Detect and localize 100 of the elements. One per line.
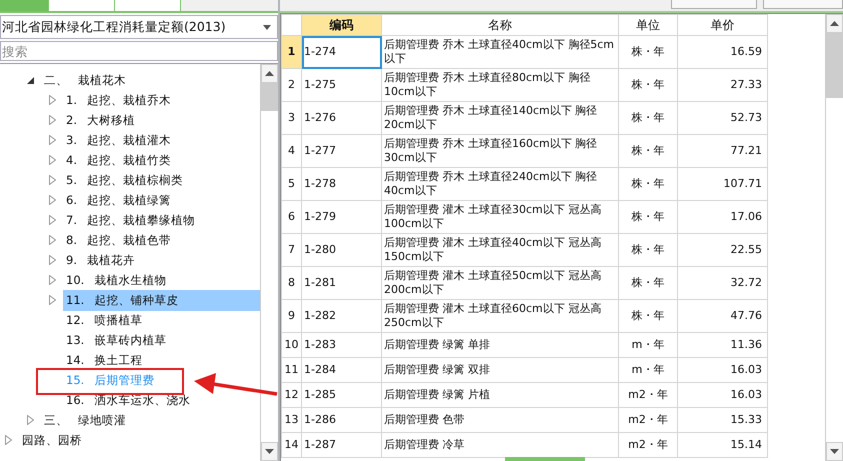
name-cell: 后期管理费 灌木 土球直径30cm以下 冠丛高100cm以下 <box>382 200 618 234</box>
name-cell: 后期管理费 乔木 土球直径140cm以下 胸径20cm以下 <box>382 102 618 134</box>
name-cell: 后期管理费 绿篱 单排 <box>382 332 618 358</box>
tree-item[interactable]: 8. 起挖、栽植色带 <box>63 230 175 250</box>
code-cell: 1-277 <box>302 134 382 168</box>
row-number[interactable]: 7 <box>282 234 302 266</box>
row-number[interactable]: 6 <box>282 200 302 234</box>
row-number[interactable]: 1 <box>282 36 302 68</box>
scroll-down-icon[interactable] <box>830 449 839 454</box>
name-cell: 后期管理费 乔木 土球直径40cm以下 胸径5cm以下 <box>382 36 618 68</box>
column-header[interactable]: 名称 <box>382 14 618 36</box>
splitter-handle[interactable] <box>505 457 585 461</box>
collapsed-triangle-icon[interactable] <box>49 95 56 105</box>
search-field[interactable]: 搜索 <box>0 41 278 61</box>
collapsed-triangle-icon[interactable] <box>49 135 56 145</box>
tree-item[interactable]: 16. 洒水车运水、浇水 <box>63 390 194 410</box>
toolbar-button[interactable] <box>671 0 757 9</box>
tree-item[interactable]: 7. 起挖、栽植攀缘植物 <box>63 210 199 230</box>
scrollbar[interactable] <box>825 14 843 461</box>
code-cell: 1-274 <box>302 36 382 68</box>
collapsed-triangle-icon[interactable] <box>49 115 56 125</box>
scrollbar[interactable] <box>260 64 278 461</box>
tree-item[interactable]: 6. 起挖、栽植绿篱 <box>63 190 175 210</box>
quota-dropdown[interactable]: 河北省园林绿化工程消耗量定额(2013) <box>0 15 278 39</box>
code-cell: 1-282 <box>302 300 382 332</box>
collapsed-triangle-icon[interactable] <box>49 255 56 265</box>
tree-item[interactable]: 2. 大树移植 <box>63 110 139 130</box>
unit-cell: m・年 <box>618 332 678 358</box>
name-cell: 后期管理费 绿篱 双排 <box>382 358 618 382</box>
row-number[interactable]: 2 <box>282 68 302 102</box>
tree-item[interactable]: 11. 起挖、铺种草皮 <box>63 290 260 310</box>
collapsed-triangle-icon[interactable] <box>49 175 56 185</box>
collapsed-triangle-icon[interactable] <box>49 295 56 305</box>
collapsed-triangle-icon[interactable] <box>5 435 12 445</box>
collapsed-triangle-icon[interactable] <box>49 155 56 165</box>
tree-item[interactable]: 1. 起挖、栽植乔木 <box>63 90 175 110</box>
tree-item[interactable]: 二、 栽植花木 <box>41 70 130 90</box>
tree-item[interactable]: 14. 换土工程 <box>63 350 146 370</box>
row-number[interactable]: 5 <box>282 168 302 200</box>
code-cell: 1-285 <box>302 382 382 408</box>
toolbar-button[interactable] <box>763 0 843 9</box>
price-cell: 17.06 <box>678 200 768 234</box>
tree-item[interactable]: 9. 栽植花卉 <box>63 250 139 270</box>
price-cell: 15.14 <box>678 432 768 458</box>
scroll-down-icon[interactable] <box>265 449 274 454</box>
row-number[interactable]: 12 <box>282 382 302 408</box>
collapsed-triangle-icon[interactable] <box>49 215 56 225</box>
tree-item[interactable]: 4. 起挖、栽植竹类 <box>63 150 175 170</box>
name-cell: 后期管理费 绿篱 片植 <box>382 382 618 408</box>
row-number[interactable]: 3 <box>282 102 302 134</box>
code-cell: 1-275 <box>302 68 382 102</box>
code-cell: 1-281 <box>302 266 382 300</box>
scroll-thumb[interactable] <box>261 83 278 111</box>
unit-cell: 株・年 <box>618 102 678 134</box>
code-cell: 1-286 <box>302 408 382 432</box>
code-cell: 1-278 <box>302 168 382 200</box>
row-number[interactable]: 10 <box>282 332 302 358</box>
tree-item[interactable]: 13. 嵌草砖内植草 <box>63 330 170 350</box>
row-number[interactable]: 9 <box>282 300 302 332</box>
row-number[interactable]: 8 <box>282 266 302 300</box>
collapsed-triangle-icon[interactable] <box>27 415 34 425</box>
row-number[interactable]: 11 <box>282 358 302 382</box>
unit-cell: m2・年 <box>618 408 678 432</box>
row-number[interactable]: 13 <box>282 408 302 432</box>
scroll-thumb[interactable] <box>826 33 843 98</box>
price-cell: 16.03 <box>678 358 768 382</box>
column-header[interactable]: 单价 <box>678 14 768 36</box>
collapsed-triangle-icon[interactable] <box>49 235 56 245</box>
collapsed-triangle-icon[interactable] <box>49 195 56 205</box>
unit-cell: m2・年 <box>618 432 678 458</box>
unit-cell: 株・年 <box>618 168 678 200</box>
column-header[interactable]: 单位 <box>618 14 678 36</box>
expanded-triangle-icon[interactable] <box>27 76 34 84</box>
collapsed-triangle-icon[interactable] <box>49 275 56 285</box>
tree-item[interactable]: 3. 起挖、栽植灌木 <box>63 130 175 150</box>
price-cell: 32.72 <box>678 266 768 300</box>
tree-item[interactable]: 园路、园桥 <box>19 430 86 450</box>
row-number[interactable]: 14 <box>282 432 302 458</box>
price-cell: 15.33 <box>678 408 768 432</box>
price-cell: 16.59 <box>678 36 768 68</box>
code-cell: 1-280 <box>302 234 382 266</box>
tree-item[interactable]: 三、 绿地喷灌 <box>41 410 130 430</box>
name-cell: 后期管理费 乔木 土球直径240cm以下 胸径40cm以下 <box>382 168 618 200</box>
price-cell: 77.21 <box>678 134 768 168</box>
name-cell: 后期管理费 灌木 土球直径50cm以下 冠丛高200cm以下 <box>382 266 618 300</box>
caret-icon <box>263 24 271 30</box>
tree-item[interactable]: 12. 喷播植草 <box>63 310 146 330</box>
column-header[interactable]: 编码 <box>302 14 382 36</box>
tree-item[interactable]: 10. 栽植水生植物 <box>63 270 170 290</box>
row-number[interactable]: 4 <box>282 134 302 168</box>
code-cell: 1-284 <box>302 358 382 382</box>
code-cell: 1-279 <box>302 200 382 234</box>
code-cell: 1-276 <box>302 102 382 134</box>
scroll-up-icon[interactable] <box>265 71 274 76</box>
unit-cell: m2・年 <box>618 382 678 408</box>
scroll-up-icon[interactable] <box>830 21 839 26</box>
name-cell: 后期管理费 灌木 土球直径60cm以下 冠丛高250cm以下 <box>382 300 618 332</box>
code-cell: 1-283 <box>302 332 382 358</box>
tree-item[interactable]: 5. 起挖、栽植棕榈类 <box>63 170 187 190</box>
unit-cell: 株・年 <box>618 36 678 68</box>
